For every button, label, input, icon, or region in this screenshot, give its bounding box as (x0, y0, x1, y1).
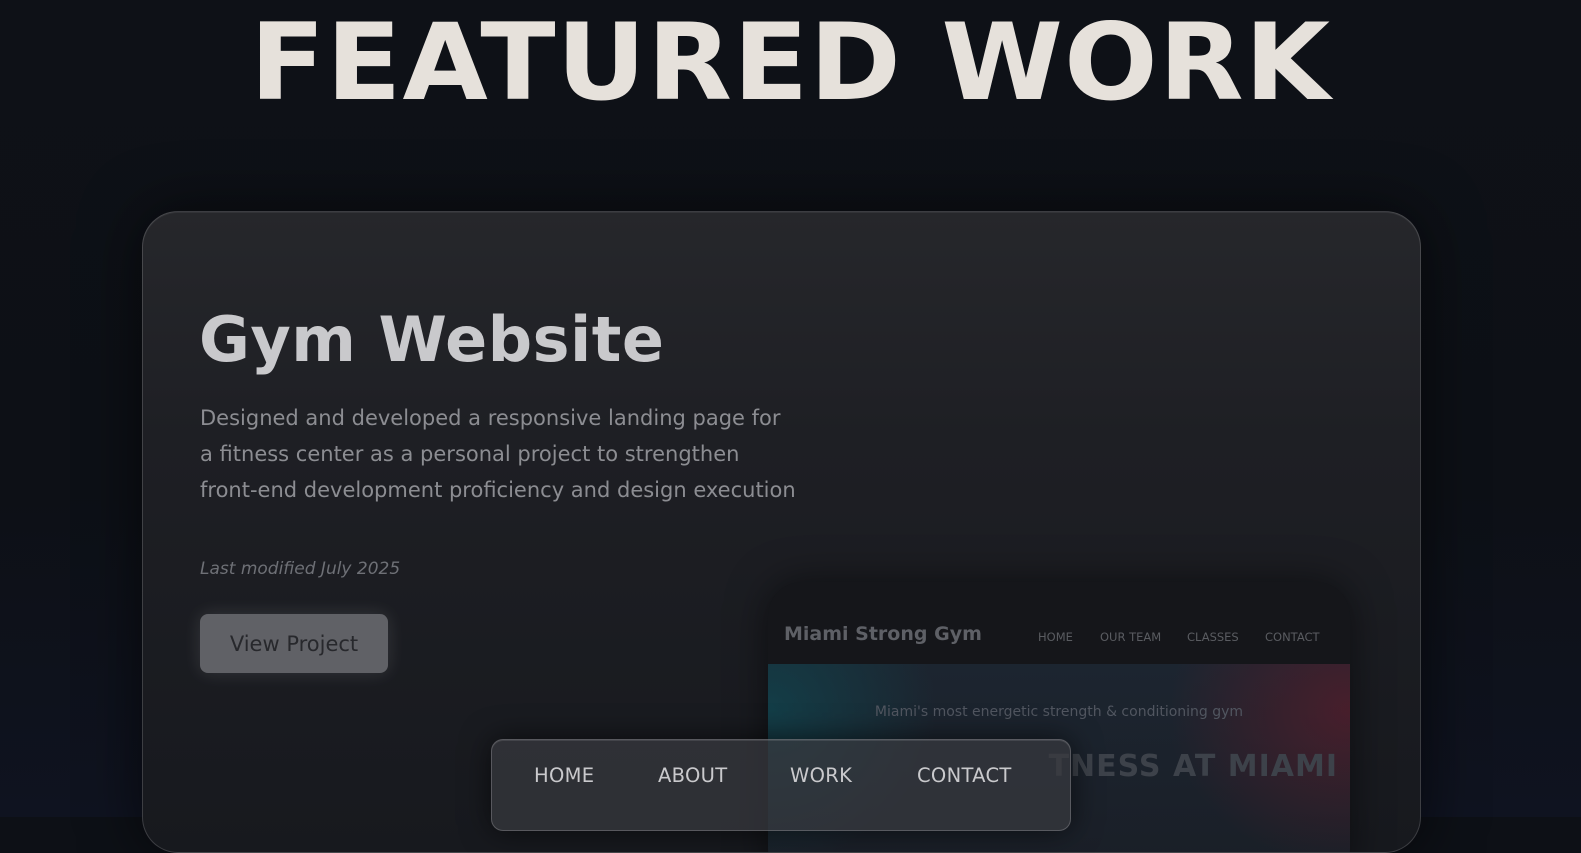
section-heading: FEATURED WORK (249, 1, 1332, 124)
nav-about-link[interactable]: ABOUT (658, 764, 727, 787)
bottom-navbar: HOME ABOUT WORK CONTACT (491, 739, 1071, 831)
nav-work-link[interactable]: WORK (790, 764, 852, 787)
preview-nav-home: HOME (1038, 630, 1073, 644)
preview-nav-classes: CLASSES (1187, 630, 1239, 644)
preview-navbar: Miami Strong Gym HOME OUR TEAM CLASSES C… (768, 582, 1350, 664)
view-project-button[interactable]: View Project (200, 614, 388, 673)
project-title: Gym Website (199, 303, 665, 376)
preview-nav-our-team: OUR TEAM (1100, 630, 1162, 644)
nav-contact-link[interactable]: CONTACT (917, 764, 1012, 787)
last-modified-text: Last modified July 2025 (200, 559, 401, 579)
nav-home-link[interactable]: HOME (534, 764, 594, 787)
preview-tagline: Miami's most energetic strength & condit… (874, 704, 1244, 720)
project-description: Designed and developed a responsive land… (200, 406, 796, 502)
preview-nav-contact: CONTACT (1265, 630, 1320, 644)
preview-brand: Miami Strong Gym (784, 623, 982, 645)
